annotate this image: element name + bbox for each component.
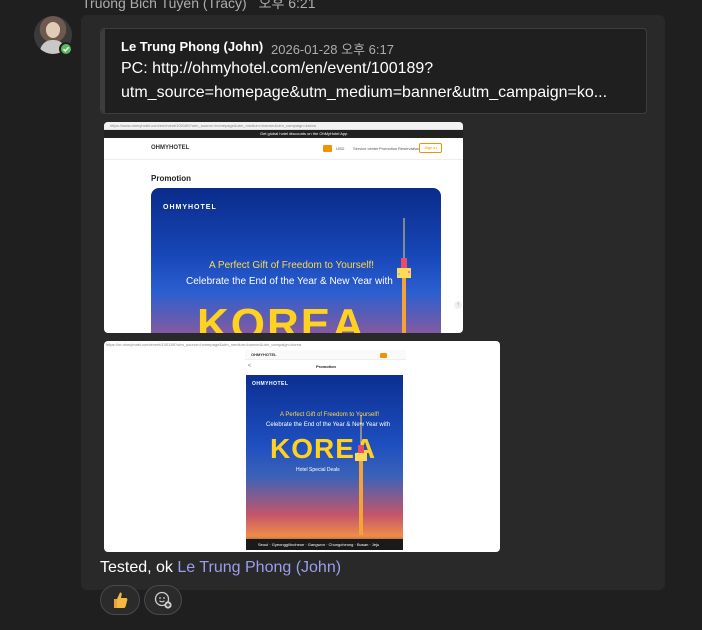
hero-line1: A Perfect Gift of Freedom to Yourself!: [209, 260, 375, 271]
browser-url: https://www.ohmyhotel.com/en/event/10018…: [110, 123, 316, 128]
promotion-poster: OHMYHOTEL A Perfect Gift of Freedom to Y…: [246, 375, 403, 550]
avatar-face: [46, 22, 60, 38]
currency-label: USD: [336, 146, 345, 151]
sender-name[interactable]: Truong Bich Tuyen (Tracy): [82, 0, 247, 11]
site-logo: OHMYHOTEL: [251, 352, 277, 357]
thumbs-up-icon: [114, 592, 128, 608]
chat-pane: Truong Bich Tuyen (Tracy) 오후 6:21 Le Tru…: [0, 0, 702, 630]
user-mention[interactable]: Le Trung Phong (John): [177, 559, 341, 576]
quoted-message[interactable]: Le Trung Phong (John) 2026-01-28 오후 6:17…: [100, 28, 647, 114]
poster-logo: OHMYHOTEL: [252, 381, 289, 387]
promotion-hero: OHMYHOTEL A Perfect Gift of Freedom to Y…: [151, 188, 441, 333]
browser-url-bar: https://www.ohmyhotel.com/en/event/10018…: [104, 122, 463, 130]
nav-item: Service center: [353, 146, 379, 151]
promotion-heading: Promotion: [151, 174, 191, 183]
tower-illustration: [355, 415, 367, 535]
hero-korea: KOREA: [197, 300, 366, 333]
flag-icon: [380, 353, 387, 358]
tower-illustration: [397, 218, 411, 333]
presence-available-icon: [59, 42, 73, 56]
browser-url: https://m.ohmyhotel.com/event/100189?utm…: [106, 342, 302, 347]
add-reaction-icon: [154, 591, 172, 609]
message-header: Truong Bich Tuyen (Tracy) 오후 6:21: [82, 0, 315, 13]
back-icon: <: [248, 363, 251, 369]
app-promo-banner: Get global hotel discounts on the OhMyHo…: [104, 130, 463, 138]
add-reaction-button[interactable]: [144, 585, 182, 615]
reaction-thumbs-up[interactable]: [100, 585, 140, 615]
message-body: Tested, ok Le Trung Phong (John): [100, 559, 341, 577]
image-attachment-desktop[interactable]: https://www.ohmyhotel.com/en/event/10018…: [104, 122, 463, 333]
flag-icon: [323, 145, 332, 152]
sign-in-button: Sign in: [419, 143, 442, 153]
nav-item: Promotion: [379, 146, 398, 151]
poster-subtitle: Hotel Special Deals: [296, 467, 340, 473]
quote-text-line1: PC: http://ohmyhotel.com/en/event/100189…: [121, 60, 434, 77]
app-promo-text: Get global hotel discounts on the OhMyHo…: [260, 131, 348, 136]
hero-line2: Celebrate the End of the Year & New Year…: [186, 276, 393, 287]
poster-cities: Seoul · Gyeonggi/Incheon · Gangwon · Chu…: [258, 542, 380, 547]
image-attachment-mobile[interactable]: https://m.ohmyhotel.com/event/100189?utm…: [104, 341, 500, 552]
scroll-up-icon: ↑: [454, 301, 462, 309]
site-nav: OHMYHOTEL USD Service center Promotion R…: [104, 138, 463, 160]
message-text: Tested, ok: [100, 559, 173, 576]
message-time: 오후 6:21: [258, 0, 316, 11]
quote-text-line2: utm_source=homepage&utm_medium=banner&ut…: [121, 84, 608, 101]
poster-footer: Seoul · Gyeonggi/Incheon · Gangwon · Chu…: [246, 539, 403, 550]
nav-item: Reservation: [398, 146, 420, 151]
site-logo: OHMYHOTEL: [151, 145, 190, 151]
quote-author: Le Trung Phong (John): [121, 39, 264, 54]
promotion-heading: Promotion: [316, 364, 336, 369]
hero-logo: OHMYHOTEL: [163, 204, 217, 211]
quote-timestamp: 2026-01-28 오후 6:17: [271, 42, 394, 57]
quote-bar: [101, 29, 105, 113]
